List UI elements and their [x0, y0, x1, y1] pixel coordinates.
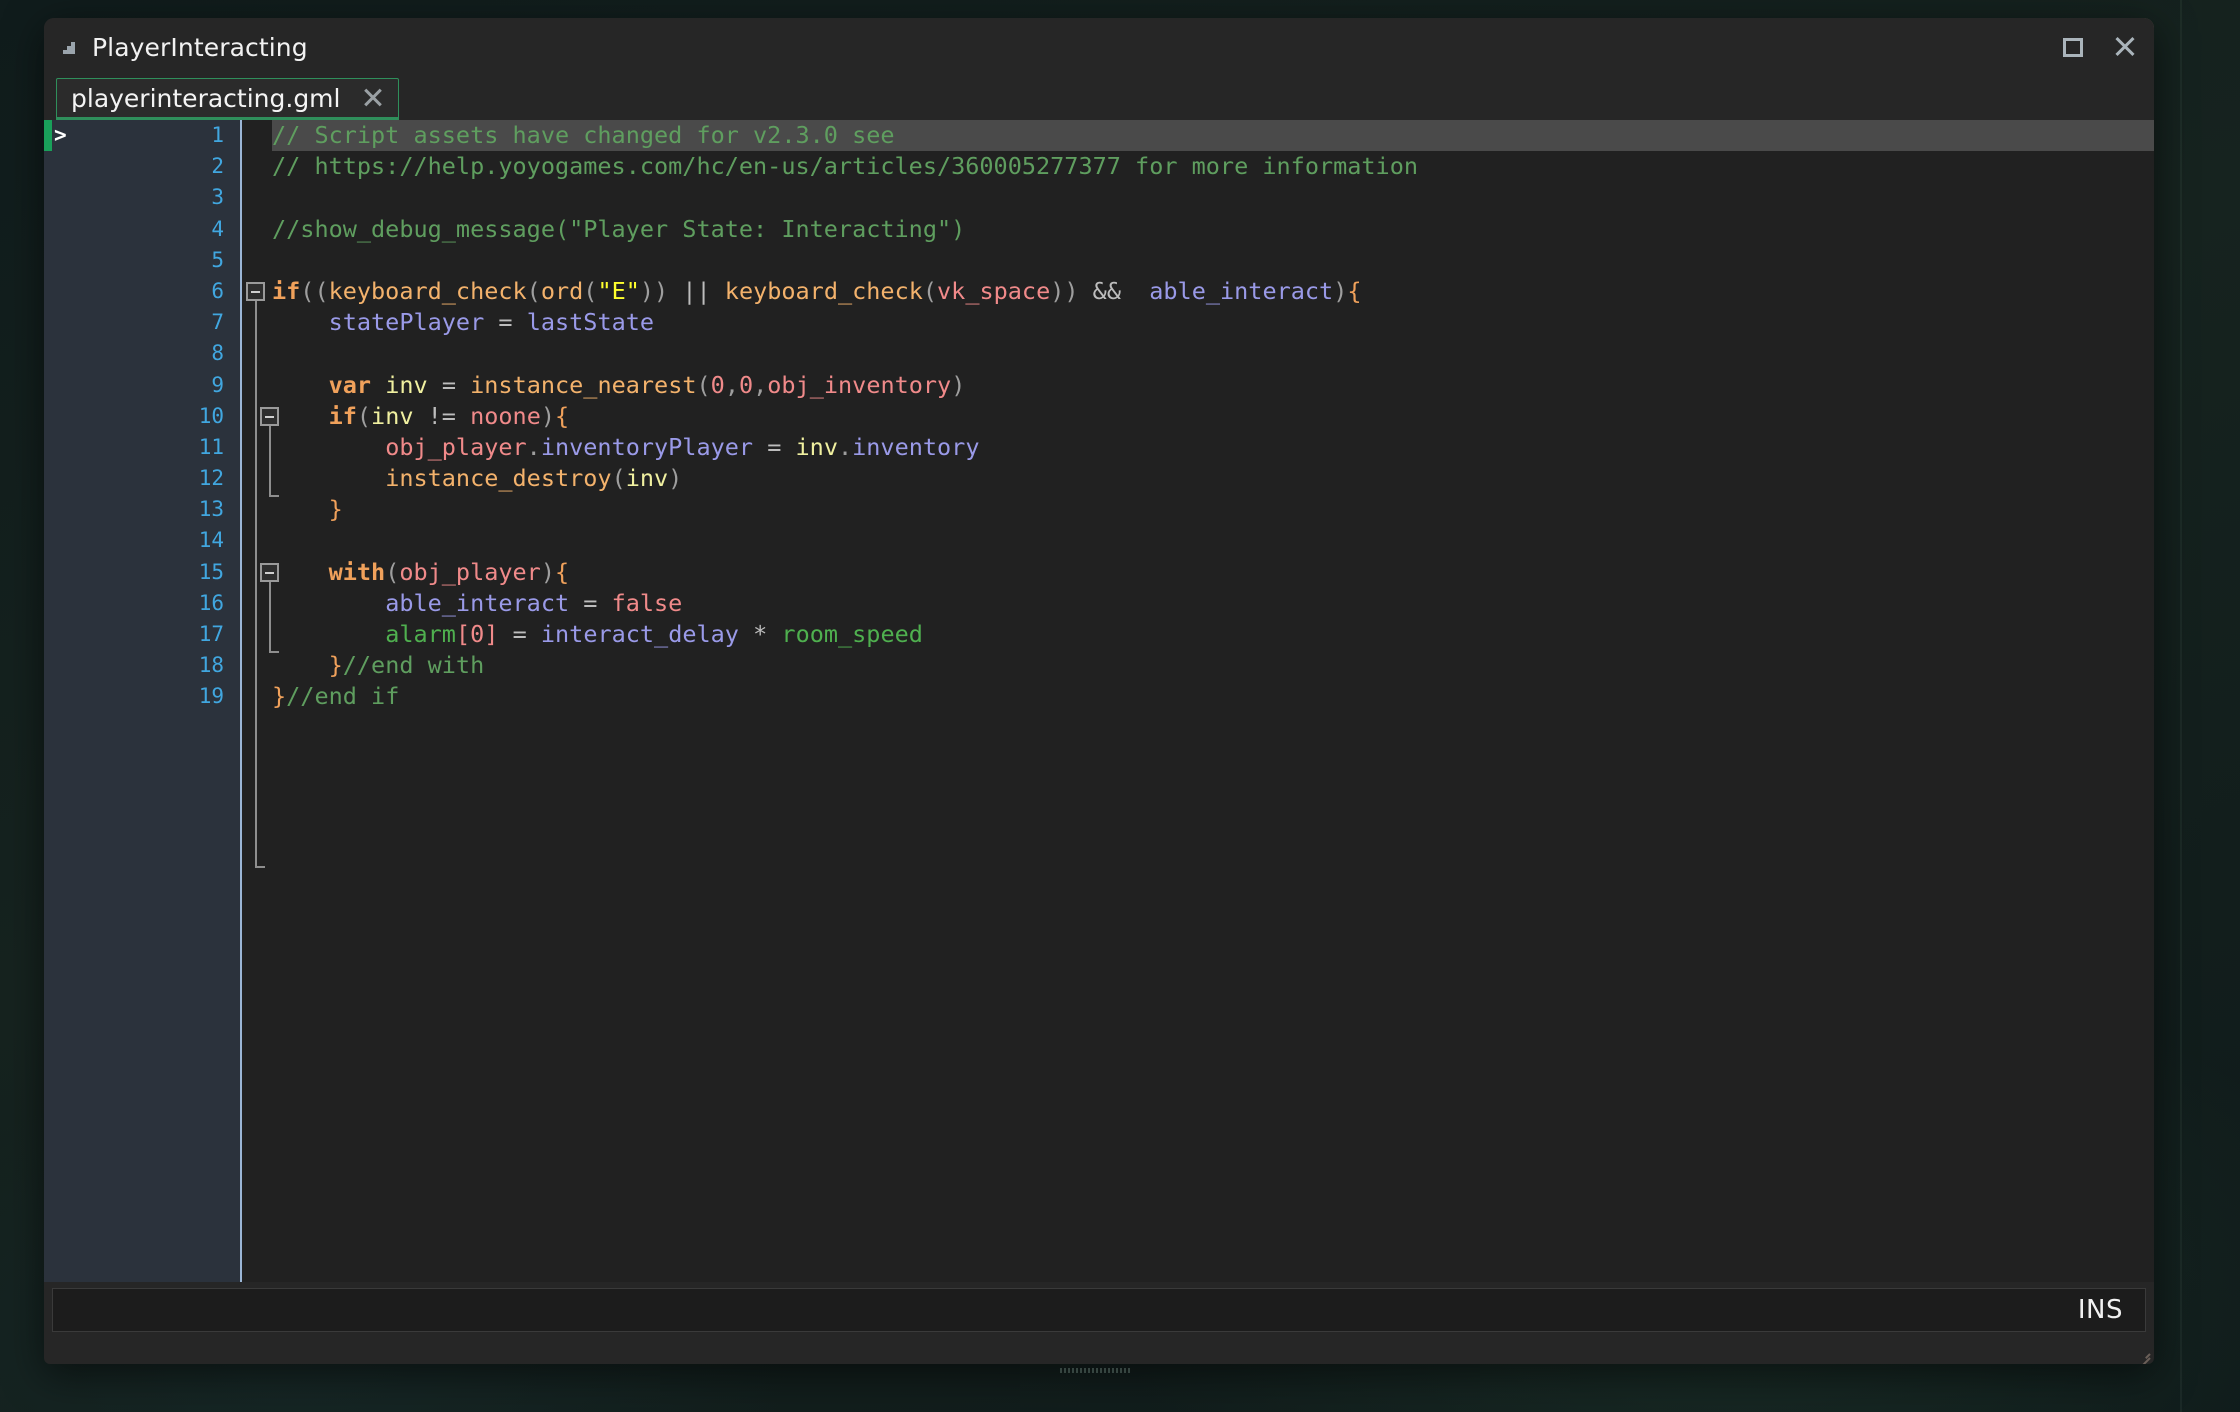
tab-label: playerinteracting.gml: [71, 83, 341, 113]
line-number: 15: [198, 559, 224, 584]
line-number: 8: [211, 341, 224, 366]
fold-guide: [268, 582, 271, 651]
tab-close-icon[interactable]: [362, 87, 384, 109]
title-bar[interactable]: PlayerInteracting: [44, 18, 2154, 76]
code-line-2[interactable]: // https://help.yoyogames.com/hc/en-us/a…: [242, 151, 2154, 182]
fold-guide-end: [268, 495, 279, 497]
line-number: 19: [198, 684, 224, 709]
code-line-18[interactable]: }//end with: [242, 650, 2154, 681]
fold-guide: [268, 426, 271, 495]
fold-toggle-line-6[interactable]: [246, 282, 265, 301]
code-token-comment: // https://help.yoyogames.com/hc/en-us/a…: [272, 152, 1419, 181]
close-button[interactable]: [2110, 32, 2140, 62]
fold-guide-end: [254, 866, 265, 868]
code-line-6[interactable]: if((keyboard_check(ord("E")) || keyboard…: [242, 276, 2154, 307]
code-line-13[interactable]: }: [242, 494, 2154, 525]
code-folding-column: [242, 120, 279, 1282]
maximize-button[interactable]: [2058, 32, 2088, 62]
code-line-1[interactable]: // Script assets have changed for v2.3.0…: [242, 120, 2154, 152]
line-number: 17: [198, 622, 224, 646]
code-text[interactable]: // Script assets have changed for v2.3.0…: [242, 120, 2154, 1282]
fold-guide: [254, 301, 257, 866]
maximize-icon: [2063, 37, 2083, 57]
code-line-12[interactable]: instance_destroy(inv): [242, 463, 2154, 494]
code-token-comment: // Script assets have changed for v2.3.0…: [272, 121, 895, 149]
line-number: 3: [211, 185, 224, 210]
code-line-15[interactable]: with(obj_player){: [242, 557, 2154, 588]
status-bar: INS: [44, 1282, 2154, 1340]
code-line-7[interactable]: statePlayer = lastState: [242, 307, 2154, 338]
line-number: 6: [211, 278, 224, 303]
line-number: 12: [198, 466, 224, 491]
line-number: 14: [198, 528, 224, 553]
code-line-3[interactable]: [242, 182, 2154, 213]
line-number: 7: [211, 310, 224, 335]
application-window: PlayerInteracting playerinteracting.gml …: [44, 18, 2154, 1364]
line-number: 5: [211, 247, 224, 272]
code-pane[interactable]: // Script assets have changed for v2.3.0…: [242, 120, 2154, 1282]
insert-mode-indicator: INS: [2077, 1295, 2123, 1325]
code-line-17[interactable]: alarm[0] = interact_delay * room_speed: [242, 619, 2154, 650]
code-line-4[interactable]: //show_debug_message("Player State: Inte…: [242, 214, 2154, 245]
tab-strip: playerinteracting.gml: [44, 76, 2154, 120]
fold-toggle-line-15[interactable]: [260, 563, 279, 582]
code-line-8[interactable]: [242, 338, 2154, 369]
code-line-19[interactable]: }//end if: [242, 681, 2154, 712]
line-number: 9: [211, 372, 224, 397]
line-change-marker: [44, 120, 52, 151]
window-controls: [2058, 18, 2140, 76]
code-line-16[interactable]: able_interact = false: [242, 588, 2154, 619]
line-number: 13: [198, 497, 224, 522]
line-number: 2: [211, 154, 224, 179]
status-bar-panel: INS: [52, 1288, 2146, 1332]
code-editor[interactable]: > 1 2 3 4 5 6 7 8 9 10 11 12 13 14 15 16…: [44, 120, 2154, 1282]
desktop-streak: [2180, 0, 2182, 1412]
line-number-gutter: > 1 2 3 4 5 6 7 8 9 10 11 12 13 14 15 16…: [44, 120, 242, 1282]
code-line-11[interactable]: obj_player.inventoryPlayer = inv.invento…: [242, 432, 2154, 463]
resize-grip[interactable]: [2136, 1347, 2151, 1364]
line-number: 11: [198, 434, 224, 459]
caret-line-arrow: >: [54, 123, 67, 147]
window-bottom-handle: [1060, 1368, 1132, 1373]
window-title: PlayerInteracting: [92, 32, 308, 62]
line-number: 1: [211, 123, 224, 147]
code-line-5[interactable]: [242, 245, 2154, 276]
code-line-10[interactable]: if(inv != noone){: [242, 401, 2154, 432]
line-number: 4: [211, 216, 224, 241]
fold-toggle-line-10[interactable]: [260, 407, 279, 426]
close-icon: [2113, 35, 2137, 59]
line-number: 18: [198, 653, 224, 678]
code-token-comment: //show_debug_message("Player State: Inte…: [272, 214, 966, 243]
fold-guide-end: [268, 651, 279, 653]
tab-playerinteracting-gml[interactable]: playerinteracting.gml: [56, 78, 400, 120]
line-number: 16: [198, 590, 224, 615]
app-triangle-icon: [60, 37, 80, 57]
code-line-14[interactable]: [242, 525, 2154, 556]
code-line-9[interactable]: var inv = instance_nearest(0,0,obj_inven…: [242, 370, 2154, 401]
line-number: 10: [198, 403, 224, 428]
